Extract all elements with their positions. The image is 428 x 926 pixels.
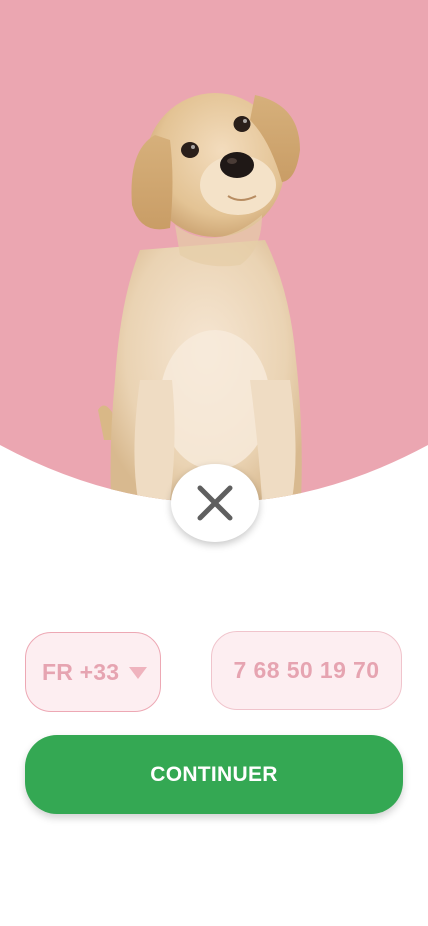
continue-button[interactable]: CONTINUER — [25, 735, 403, 814]
phone-number-field[interactable]: 7 68 50 19 70 — [211, 631, 402, 710]
close-icon — [197, 485, 233, 521]
country-code-label: FR +33 — [42, 658, 120, 685]
login-screen: FR +33 7 68 50 19 70 CONTINUER — [0, 0, 428, 926]
continue-button-label: CONTINUER — [150, 762, 278, 786]
phone-number-value: 7 68 50 19 70 — [233, 657, 380, 683]
country-code-select[interactable]: FR +33 — [25, 632, 161, 712]
caret-down-icon — [129, 667, 148, 679]
close-button[interactable] — [171, 464, 259, 542]
